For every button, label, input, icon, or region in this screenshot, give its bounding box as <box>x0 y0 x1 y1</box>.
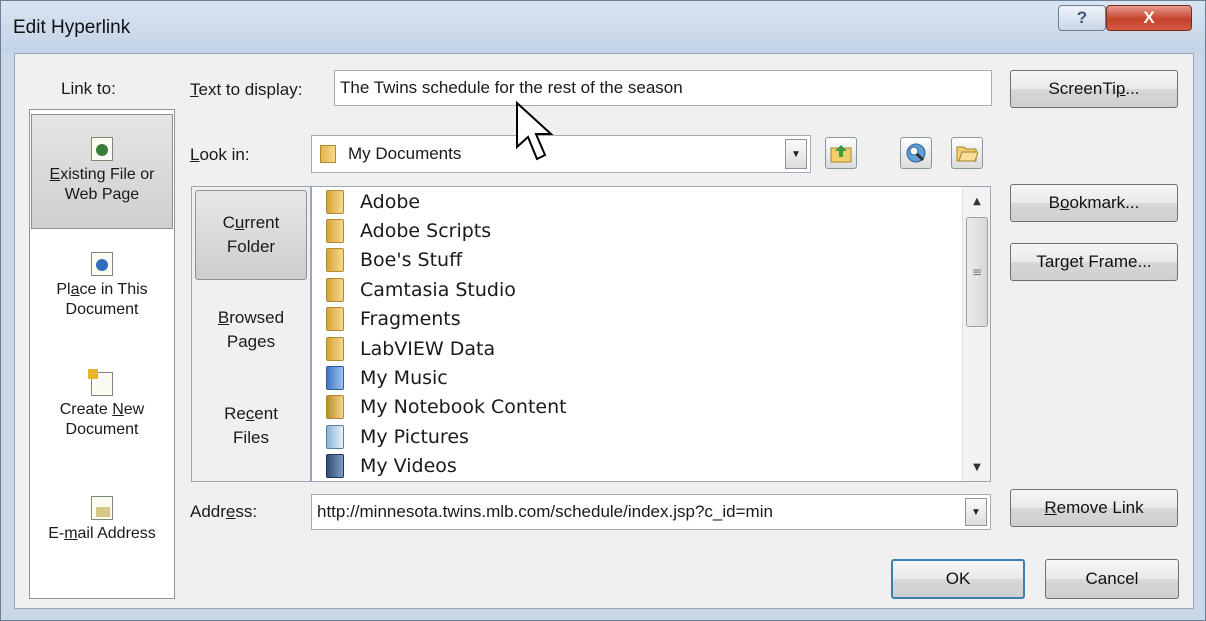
text-to-display-label: Text to display: <box>190 80 303 99</box>
new-document-icon <box>88 369 113 396</box>
browse-tabs: Current Folder Browsed Pages Recent File… <box>191 186 311 482</box>
help-button[interactable]: ? <box>1058 5 1106 31</box>
look-in-dropdown[interactable]: My Documents ▼ <box>311 135 811 173</box>
close-icon: X <box>1143 8 1155 27</box>
list-item[interactable]: Adobe <box>312 187 990 216</box>
bookmark-button[interactable]: Bo okmark... <box>1010 184 1178 222</box>
up-one-folder-button[interactable] <box>825 137 857 169</box>
look-in-label: Look in: <box>190 145 250 164</box>
tab-label-line2: Pages <box>226 332 276 351</box>
link-to-email-address[interactable]: E-mail Address <box>31 490 173 605</box>
place-in-document-icon <box>91 252 113 276</box>
tab-label: Browsed <box>217 308 285 327</box>
videos-folder-icon <box>326 454 344 479</box>
tab-label-line2: Folder <box>226 237 276 256</box>
chevron-down-icon[interactable]: ▼ <box>965 498 987 526</box>
file-list[interactable]: Adobe Adobe Scripts Boe's Stuff Camtasia… <box>311 186 991 482</box>
tab-recent-files[interactable]: Recent Files <box>195 381 307 471</box>
pictures-folder-icon <box>326 424 344 449</box>
link-to-existing-file-or-web-page[interactable]: Existing File or Web Page <box>31 114 173 229</box>
close-button[interactable]: X <box>1106 5 1192 31</box>
file-name: My Music <box>360 367 448 390</box>
cancel-button[interactable]: Cancel <box>1045 559 1179 599</box>
list-item[interactable]: My Notebook Content <box>312 393 990 422</box>
file-name: Camtasia Studio <box>360 278 516 301</box>
browse-the-web-button[interactable] <box>900 137 932 169</box>
link-to-item-label: E-mail Address <box>48 525 156 542</box>
dialog-title: Edit Hyperlink <box>13 17 131 38</box>
up-folder-icon <box>830 145 852 163</box>
scroll-up-icon[interactable]: ▲ <box>963 189 990 213</box>
open-folder-icon <box>956 146 978 162</box>
help-icon: ? <box>1076 8 1088 27</box>
file-name: Fragments <box>360 308 461 331</box>
link-to-item-label-line2: Web Page <box>64 186 140 203</box>
list-item[interactable]: Adobe Scripts <box>312 216 990 245</box>
chevron-down-icon[interactable]: ▼ <box>785 139 807 169</box>
title-bar[interactable]: Edit Hyperlink ? X <box>1 1 1205 53</box>
file-name: Adobe <box>360 190 421 213</box>
tab-label: Recent <box>224 404 278 423</box>
link-to-create-new-document[interactable]: Create New Document <box>31 366 173 481</box>
address-input[interactable]: http://minnesota.twins.mlb.com/schedule/… <box>311 494 991 530</box>
file-name: My Videos <box>360 455 457 478</box>
scrollbar-thumb[interactable]: ≡ <box>966 217 988 327</box>
screentip-button[interactable]: ScreenTi p... <box>1010 70 1178 108</box>
list-item[interactable]: Camtasia Studio <box>312 275 990 304</box>
list-item[interactable]: Fragments <box>312 305 990 334</box>
folder-icon <box>326 307 344 332</box>
existing-file-icon <box>91 137 113 161</box>
ok-button[interactable]: OK <box>891 559 1025 599</box>
folder-icon <box>326 277 344 302</box>
browse-for-file-button[interactable] <box>951 137 983 169</box>
email-address-icon <box>91 496 113 520</box>
file-name: My Pictures <box>360 425 469 448</box>
link-to-item-label: Create New <box>59 401 145 418</box>
browse-web-icon <box>906 143 926 163</box>
tab-label-line2: Files <box>233 428 269 447</box>
list-item[interactable]: My Pictures <box>312 422 990 451</box>
file-name: Boe's Stuff <box>360 249 463 272</box>
folder-icon <box>326 219 344 244</box>
link-to-place-in-this-document[interactable]: Place in This Document <box>31 246 173 361</box>
folder-icon <box>320 145 336 163</box>
folder-icon <box>326 336 344 361</box>
folder-icon <box>326 248 344 273</box>
mouse-cursor-icon <box>516 101 554 161</box>
target-frame-button[interactable]: Tar g et Frame... <box>1010 243 1178 281</box>
file-name: Adobe Scripts <box>360 220 492 243</box>
link-to-item-label: Place in This <box>56 281 148 298</box>
text-to-display-input[interactable]: The Twins schedule for the rest of the s… <box>334 70 992 106</box>
file-name: My Notebook Content <box>360 396 567 419</box>
remove-link-button[interactable]: Remove Link <box>1010 489 1178 527</box>
look-in-value: My Documents <box>348 144 462 163</box>
link-to-item-label-line2: Document <box>65 301 139 318</box>
list-item[interactable]: Boe's Stuff <box>312 246 990 275</box>
tab-label: Current <box>222 213 280 232</box>
scroll-down-icon[interactable]: ▼ <box>963 455 990 479</box>
link-to-label: Link to: <box>61 79 116 98</box>
link-to-panel: Existing File or Web Page Place in This … <box>29 109 175 599</box>
tab-current-folder[interactable]: Current Folder <box>195 190 307 280</box>
tab-browsed-pages[interactable]: Browsed Pages <box>195 285 307 375</box>
list-item[interactable]: My Videos <box>312 452 990 481</box>
text-to-display-value: The Twins schedule for the rest of the s… <box>340 78 683 97</box>
link-to-item-label-line2: Document <box>65 421 139 438</box>
address-value: http://minnesota.twins.mlb.com/schedule/… <box>317 502 773 521</box>
notebook-folder-icon <box>326 395 344 420</box>
music-folder-icon <box>326 366 344 391</box>
link-to-item-label: Existing File or <box>49 166 155 183</box>
file-name: LabVIEW Data <box>360 337 496 360</box>
edit-hyperlink-dialog: Edit Hyperlink ? X Link to: Existing Fil… <box>0 0 1206 621</box>
folder-icon <box>326 189 344 214</box>
address-label: Address: <box>190 502 258 521</box>
list-item[interactable]: LabVIEW Data <box>312 334 990 363</box>
list-item[interactable]: My Music <box>312 363 990 392</box>
file-list-scrollbar[interactable]: ▲ ≡ ▼ <box>962 187 990 481</box>
